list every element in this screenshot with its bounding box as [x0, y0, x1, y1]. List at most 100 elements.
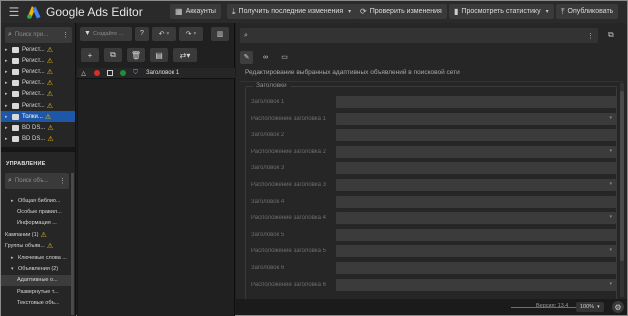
publish-button[interactable]: ⤒ Опубликовать	[556, 4, 619, 19]
status-column-header[interactable]	[116, 70, 129, 76]
field-label: Заголовок 4	[251, 198, 285, 205]
expand-caret-icon[interactable]: ▸	[5, 47, 12, 53]
account-label: Регист...	[22, 91, 45, 98]
open-external-icon[interactable]: ⧉	[608, 30, 614, 40]
more-options-icon[interactable]: ⋮	[587, 32, 594, 40]
more-options-icon[interactable]: ⋮	[59, 177, 66, 185]
management-tree-item[interactable]: Развернутые т...	[1, 286, 71, 297]
expand-caret-icon[interactable]: ▸	[5, 103, 12, 109]
tab-edit[interactable]: ✎	[240, 50, 253, 64]
account-tree-item[interactable]: ▸ Регист... ⚠	[1, 78, 75, 89]
undo-button[interactable]: ↶ ▾	[152, 26, 176, 41]
expand-caret-icon[interactable]: ▸	[5, 80, 12, 86]
replace-button[interactable]: ⇄▾	[173, 48, 197, 62]
headline-input[interactable]	[336, 162, 616, 175]
management-tree-item[interactable]: Информация ...	[1, 218, 71, 229]
accounts-button[interactable]: ▦ Аккаунты	[170, 4, 221, 19]
account-icon	[12, 68, 19, 75]
columns-button[interactable]: ▥	[211, 26, 229, 41]
type-column-header[interactable]: ⛉	[129, 70, 142, 77]
view-stats-button[interactable]: ▮ Просмотреть статистику ▾	[449, 4, 554, 19]
upload-icon: ⤒	[561, 6, 565, 16]
account-tree-item[interactable]: ▸ Регист... ⚠	[1, 89, 75, 100]
grid-header-row: △ ⛉ Заголовок 1	[77, 68, 235, 79]
management-tree-item[interactable]: ▸ Общая библио...	[1, 195, 71, 206]
warning-icon: ⚠	[44, 113, 52, 121]
error-column-header[interactable]	[90, 70, 103, 76]
edit-panel-scrollbar[interactable]	[620, 83, 624, 297]
account-tree-item[interactable]: ▸ Регист... ⚠	[1, 66, 75, 77]
zoom-select[interactable]: 100% ▾	[576, 302, 604, 312]
position-select[interactable]: ▾	[336, 278, 616, 291]
management-tree-item[interactable]: Кампании (1) ⚠	[1, 229, 71, 240]
position-select[interactable]: ▾	[336, 212, 616, 225]
position-select[interactable]: ▾	[336, 245, 616, 258]
scrollbar-thumb[interactable]	[620, 91, 624, 261]
app-title: Google Ads Editor	[46, 5, 143, 19]
chevron-down-icon[interactable]: ▾	[546, 8, 549, 15]
management-tree-item[interactable]: Текстовые объ...	[1, 298, 71, 309]
expand-caret-icon[interactable]: ▸	[11, 198, 18, 204]
expand-caret-icon[interactable]: ▸	[5, 114, 12, 120]
menu-icon[interactable]: ☰	[6, 4, 22, 20]
position-select[interactable]: ▾	[336, 179, 616, 191]
add-button[interactable]: +	[81, 48, 99, 62]
expand-caret-icon[interactable]: ▸	[5, 69, 12, 75]
account-tree-item[interactable]: ▸ BD DS... ⚠	[1, 134, 75, 145]
edit-panel-search-input[interactable]: ⌕ ⋮	[240, 28, 598, 43]
field-label: Заголовок 1	[251, 99, 285, 105]
object-search-input[interactable]: ⌕ Поиск объ... ⋮	[5, 173, 69, 189]
account-tree-item[interactable]: ▸ BD DS... ⚠	[1, 122, 75, 133]
check-changes-button[interactable]: ⟳ Проверить изменения	[355, 4, 447, 19]
settings-button[interactable]: ⚙	[612, 301, 624, 313]
delete-button[interactable]: 🗑	[127, 48, 145, 62]
account-tree-item[interactable]: ▸ Регист... ⚠	[1, 100, 75, 111]
trash-icon: 🗑	[130, 50, 142, 60]
select-column-header[interactable]	[103, 70, 116, 76]
filter-button[interactable]: ▼ Создайте ...	[80, 26, 132, 41]
shield-icon: ⛉	[133, 69, 138, 76]
management-tree-item[interactable]: ▾ Объявления (2)	[1, 263, 71, 274]
management-scrollbar[interactable]	[71, 173, 74, 315]
tab-comment[interactable]: ▭	[278, 51, 291, 64]
management-item-label: Адаптивные о...	[17, 277, 58, 284]
duplicate-button[interactable]: ⧉	[104, 48, 122, 62]
position-select[interactable]: ▾	[336, 145, 616, 158]
get-changes-button[interactable]: ⤓ Получить последние изменения ▾	[227, 4, 357, 19]
management-tree-item[interactable]: Особые правил...	[1, 206, 71, 217]
refresh-icon: ⟳	[360, 7, 367, 16]
management-tree-item[interactable]: ▸ Ключевые слова ...	[1, 252, 71, 263]
expand-caret-icon[interactable]: ▸	[5, 125, 12, 131]
account-tree-item[interactable]: ▸ Регист... ⚠	[1, 44, 75, 55]
account-icon	[12, 113, 19, 120]
tab-link[interactable]: ∞	[259, 51, 272, 64]
headline-1-column-header[interactable]: Заголовок 1	[146, 70, 179, 76]
headline-input[interactable]	[336, 129, 616, 142]
expand-caret-icon[interactable]: ▸	[5, 91, 12, 97]
account-icon	[12, 136, 19, 143]
headline-input[interactable]	[336, 228, 616, 241]
status-button[interactable]: ▤	[150, 48, 168, 62]
headline-input[interactable]	[336, 96, 616, 108]
expand-caret-icon[interactable]: ▾	[11, 266, 18, 272]
expand-caret-icon[interactable]: ▸	[11, 255, 18, 261]
chevron-down-icon: ▾	[193, 30, 197, 37]
field-label: Расположение заголовка 2	[251, 148, 326, 155]
redo-button[interactable]: ↷ ▾	[179, 26, 203, 41]
management-tree-item[interactable]: Адаптивные о...	[1, 274, 71, 287]
help-button[interactable]: ?	[135, 26, 149, 41]
account-search-input[interactable]: ⌕ Поиск при... ⋮	[5, 27, 72, 43]
management-item-label: Группы объяв...	[5, 243, 45, 250]
expand-caret-icon[interactable]: ▸	[5, 58, 12, 64]
position-select[interactable]: ▾	[336, 112, 616, 125]
chevron-down-icon[interactable]: ▾	[348, 8, 351, 15]
account-tree-item[interactable]: ▸ Регист... ⚠	[1, 55, 75, 66]
management-tree-item[interactable]: Группы объяв... ⚠	[1, 241, 71, 252]
warning-column-header[interactable]: △	[77, 70, 90, 77]
account-tree-item[interactable]: ▸ Толки... ⚠	[1, 111, 75, 123]
headline-input[interactable]	[336, 195, 616, 208]
expand-caret-icon[interactable]: ▸	[5, 136, 12, 142]
headline-input[interactable]	[336, 262, 616, 274]
edit-panel-tabs: ✎ ∞ ▭	[240, 50, 291, 64]
more-options-icon[interactable]: ⋮	[62, 31, 69, 39]
